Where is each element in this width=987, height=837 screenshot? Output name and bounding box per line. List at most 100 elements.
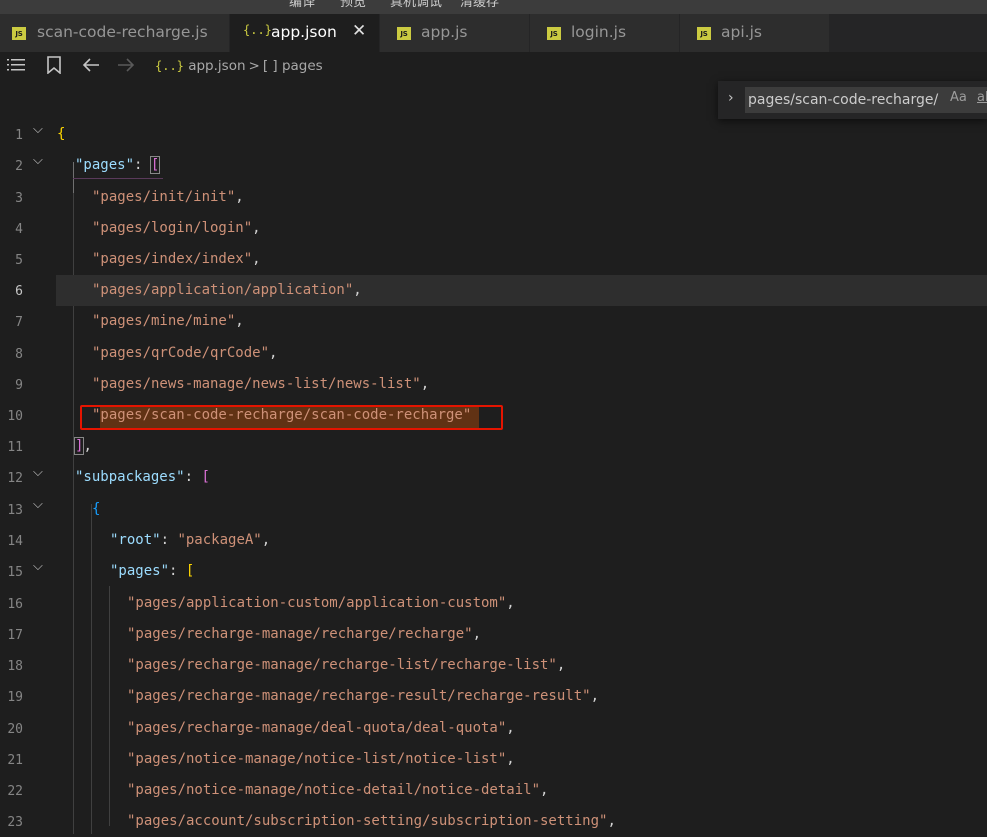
comma: , [556, 657, 566, 673]
find-input[interactable]: pages/scan-code-recharge/ Aa ab [745, 87, 987, 113]
chevron-right-icon[interactable]: › [728, 90, 734, 106]
menu-item-compile[interactable]: 编译 [289, 0, 315, 10]
tab-api-js[interactable]: JS api.js [680, 14, 830, 52]
chevron-down-icon[interactable]: ⌵ [33, 465, 43, 480]
code-line: 9 "pages/news-manage/news-list/news-list… [0, 369, 987, 400]
menu-item-remote-debug[interactable]: 真机调试 [390, 0, 442, 10]
code-line: 21 "pages/notice-manage/notice-list/noti… [0, 744, 987, 775]
comma: , [590, 688, 600, 704]
line-number: 2 [15, 159, 23, 174]
js-file-icon: JS [697, 27, 711, 40]
breadcrumb-symbol[interactable]: pages [282, 58, 323, 74]
colon: : [134, 157, 151, 173]
string-value: "pages/notice-manage/notice-detail/notic… [127, 782, 541, 798]
comma: , [420, 376, 430, 392]
string-value: "pages/recharge-manage/recharge-list/rec… [127, 657, 557, 673]
colon: : [169, 563, 186, 579]
menu-item-preview[interactable]: 预览 [340, 0, 366, 10]
string-value: "pages/index/index" [92, 251, 253, 267]
json-key: "subpackages" [75, 469, 185, 485]
json-key: "pages" [110, 563, 170, 579]
chevron-down-icon[interactable]: ⌵ [33, 122, 43, 137]
code-line: 17 "pages/recharge-manage/recharge/recha… [0, 619, 987, 650]
json-file-icon: {..} [243, 23, 272, 37]
chevron-down-icon[interactable]: ⌵ [33, 153, 43, 168]
comma: , [235, 189, 244, 205]
comma: , [252, 220, 261, 236]
line-number: 6 [15, 284, 23, 299]
comma: , [235, 313, 244, 329]
menu-strip: 编译 预览 真机调试 清缓存 [0, 0, 987, 14]
code-line: 7 "pages/mine/mine", [0, 306, 987, 337]
comma: , [472, 626, 482, 642]
menu-item-clear-cache[interactable]: 清缓存 [460, 0, 499, 10]
line-number: 7 [15, 315, 23, 330]
tab-app-js[interactable]: JS app.js [380, 14, 530, 52]
editor-toolbar: {..} app.json >[ ] pages [0, 52, 987, 81]
line-number: 5 [15, 253, 23, 268]
code-line: 1 ⌵ { [0, 119, 987, 150]
code-line: 3 "pages/init/init", [0, 182, 987, 213]
json-key: "pages" [75, 157, 135, 173]
code-line: 12 ⌵ "subpackages": [ [0, 462, 987, 493]
colon: : [184, 469, 202, 485]
highlight-annotation-box [80, 405, 503, 430]
code-line: 6 "pages/application/application", [0, 275, 987, 306]
breadcrumb-file[interactable]: app.json [188, 58, 245, 74]
editor-tab-bar: JS scan-code-recharge.js {..} app.json ✕… [0, 14, 987, 52]
tab-label: app.js [421, 23, 468, 41]
find-input-value: pages/scan-code-recharge/ [748, 92, 939, 108]
tab-scan-code-recharge-js[interactable]: JS scan-code-recharge.js [0, 14, 230, 52]
code-line: 4 "pages/login/login", [0, 213, 987, 244]
open-bracket: [ [201, 469, 210, 485]
forward-arrow-icon[interactable] [117, 57, 135, 77]
line-number: 15 [7, 565, 23, 580]
comma: , [540, 782, 549, 798]
code-line: 18 "pages/recharge-manage/recharge-list/… [0, 650, 987, 681]
close-icon[interactable]: ✕ [352, 21, 366, 41]
string-value: "pages/qrCode/qrCode" [92, 345, 270, 361]
chevron-down-icon[interactable]: ⌵ [33, 559, 43, 574]
line-number: 3 [15, 191, 23, 206]
whole-word-icon[interactable]: ab [977, 90, 987, 105]
match-case-icon[interactable]: Aa [950, 90, 967, 105]
js-file-icon: JS [397, 27, 411, 40]
line-number: 9 [15, 378, 23, 393]
tab-login-js[interactable]: JS login.js [530, 14, 680, 52]
bookmark-icon[interactable] [46, 56, 62, 78]
code-line: 5 "pages/index/index", [0, 244, 987, 275]
chevron-right-icon: > [248, 58, 260, 74]
line-number: 4 [15, 222, 23, 237]
js-file-icon: JS [12, 27, 26, 40]
string-value: "pages/login/login" [92, 220, 253, 236]
code-editor[interactable]: 1 ⌵ { 2 ⌵ "pages": [ 3 "pages/init/init"… [0, 116, 987, 834]
line-number: 12 [7, 471, 23, 486]
chevron-down-icon[interactable]: ⌵ [33, 497, 43, 512]
comma: , [261, 532, 271, 548]
line-number: 14 [7, 534, 23, 549]
comma: , [506, 720, 515, 736]
code-line: 13 ⌵ { [0, 494, 987, 525]
code-line: 16 "pages/application-custom/application… [0, 588, 987, 619]
code-line: 14 "root": "packageA", [0, 525, 987, 556]
string-value: "pages/notice-manage/notice-list/notice-… [127, 751, 507, 767]
list-icon[interactable] [7, 57, 27, 77]
json-file-icon: {..} [155, 59, 184, 73]
line-number: 8 [15, 347, 23, 362]
back-arrow-icon[interactable] [82, 57, 100, 77]
code-line: 19 "pages/recharge-manage/recharge-resul… [0, 681, 987, 712]
line-number: 13 [7, 503, 23, 518]
code-line: 8 "pages/qrCode/qrCode", [0, 338, 987, 369]
string-value: "pages/application/application" [92, 282, 354, 298]
string-value: "pages/news-manage/news-list/news-list" [92, 376, 421, 392]
comma: , [269, 345, 278, 361]
js-file-icon: JS [547, 27, 561, 40]
code-line: 2 ⌵ "pages": [ [0, 150, 987, 181]
string-value: "pages/recharge-manage/recharge-result/r… [127, 688, 591, 704]
comma: , [252, 251, 261, 267]
line-number: 20 [7, 722, 23, 737]
tab-label: login.js [571, 23, 627, 41]
open-brace: { [92, 501, 101, 517]
breadcrumb: {..} app.json >[ ] pages [155, 58, 323, 74]
tab-app-json[interactable]: {..} app.json ✕ [230, 14, 380, 52]
